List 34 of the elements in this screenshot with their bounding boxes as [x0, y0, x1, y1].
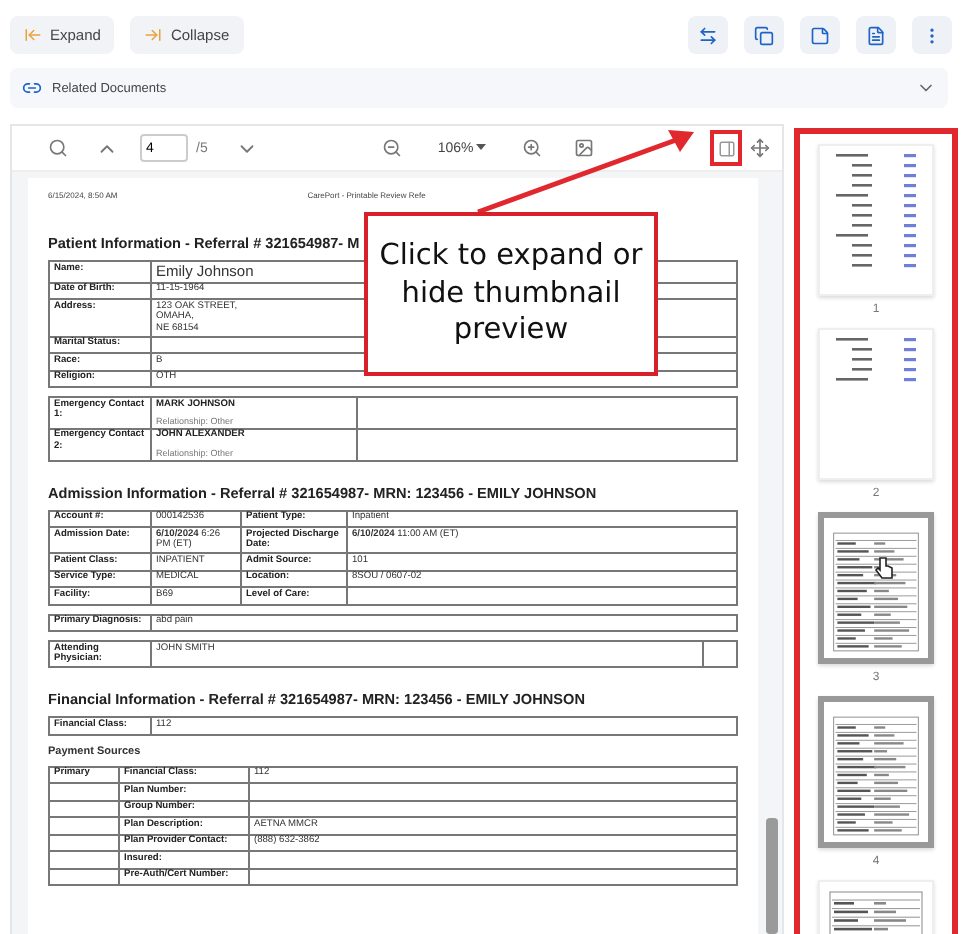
search-button[interactable]: [48, 138, 68, 158]
side-panel-icon: [717, 139, 735, 157]
zoom-in-button[interactable]: [521, 138, 542, 158]
source-cell: [49, 800, 119, 818]
copy-button[interactable]: [744, 16, 784, 54]
zoom-in-icon: [521, 138, 542, 158]
source-cell: [49, 834, 119, 852]
collapse-icon: [144, 26, 163, 44]
thumbnail-toggle-button[interactable]: [710, 130, 742, 166]
zoom-out-button[interactable]: [381, 138, 402, 158]
scrollbar-thumb[interactable]: [766, 818, 778, 934]
link-icon: [22, 78, 42, 98]
move-button[interactable]: [750, 138, 770, 158]
annotation-callout: Click to expand or hide thumbnail preview: [364, 212, 658, 376]
source-cell: [49, 851, 119, 869]
note-icon[interactable]: [810, 25, 830, 45]
source-cell: [49, 817, 119, 835]
page-thumbnail[interactable]: [818, 696, 934, 848]
file-button[interactable]: [856, 16, 896, 54]
search-icon: [48, 138, 68, 158]
swap-icon[interactable]: [698, 25, 718, 45]
expand-icon: [24, 26, 42, 44]
move-icon: [750, 138, 770, 158]
caret-icon: [475, 144, 486, 152]
fit-page-button[interactable]: [573, 138, 594, 158]
source-cell: [49, 783, 119, 801]
image-icon: [573, 138, 594, 158]
swap-button[interactable]: [688, 16, 728, 54]
file-icon[interactable]: [866, 25, 886, 45]
copy-icon[interactable]: [754, 25, 774, 45]
source-cell: [49, 868, 119, 886]
zoom-out-icon: [381, 138, 402, 158]
page-thumbnail[interactable]: [818, 512, 934, 664]
note-button[interactable]: [800, 16, 840, 54]
